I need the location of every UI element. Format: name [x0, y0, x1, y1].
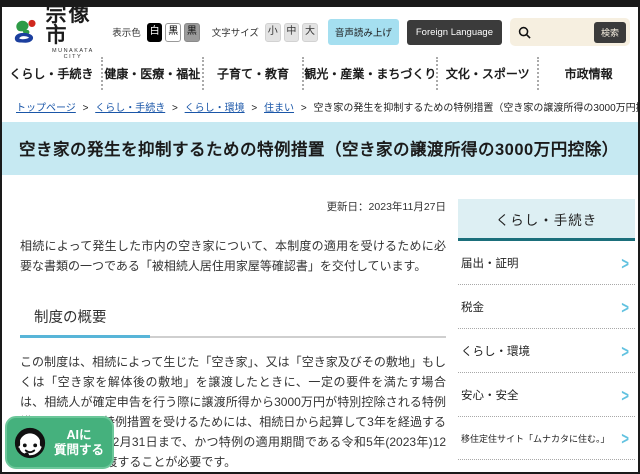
- window-frame: 宗像市 MUNAKATA CITY 表示色 白 黒 黒 文字サイズ 小 中 大 …: [0, 0, 640, 474]
- chevron-right-icon: >: [621, 340, 629, 362]
- ask-ai-button[interactable]: AIに 質問する: [5, 416, 114, 469]
- site-header: 宗像市 MUNAKATA CITY 表示色 白 黒 黒 文字サイズ 小 中 大 …: [2, 7, 638, 60]
- breadcrumb-link-top[interactable]: トップページ: [16, 103, 76, 114]
- sidebar-item-bosai[interactable]: 防災ホームページ >: [458, 460, 635, 473]
- nav-item-kosodate[interactable]: 子育て・教育: [201, 57, 303, 90]
- sidebar: くらし・手続き 届出・証明 > 税金 > くらし・環境 > 安心・安全 > 移住…: [458, 199, 635, 472]
- display-color-black-button[interactable]: 黒: [165, 22, 182, 42]
- nav-item-kurashi[interactable]: くらし・手続き: [2, 57, 101, 90]
- sidebar-item-zeikin[interactable]: 税金 >: [458, 285, 635, 329]
- section-heading-wrap: 制度の概要: [20, 306, 446, 338]
- font-size-label: 文字サイズ: [211, 28, 259, 39]
- search-box: 検索: [509, 18, 630, 46]
- nav-item-bunka[interactable]: 文化・スポーツ: [436, 57, 537, 90]
- breadcrumb: トップページ > くらし・手続き > くらし・環境 > 住まい > 空き家の発生…: [2, 90, 638, 122]
- page-title: 空き家の発生を抑制するための特例措置（空き家の譲渡所得の3000万円控除）: [19, 141, 619, 159]
- intro-paragraph: 相続によって発生した市内の空き家について、本制度の適用を受けるために必要な書類の…: [20, 239, 446, 273]
- breadcrumb-link-kankyo[interactable]: くらし・環境: [185, 103, 245, 114]
- updated-date: 更新日：2023年11月27日: [326, 201, 446, 213]
- search-button[interactable]: 検索: [593, 21, 626, 43]
- nav-item-kanko[interactable]: 観光・産業・まちづくり: [302, 57, 436, 90]
- page: 宗像市 MUNAKATA CITY 表示色 白 黒 黒 文字サイズ 小 中 大 …: [2, 7, 638, 472]
- text-to-speech-button[interactable]: 音声読み上げ: [327, 19, 399, 45]
- breadcrumb-separator: >: [82, 103, 89, 114]
- global-nav: くらし・手続き 健康・医療・福祉 子育て・教育 観光・産業・まちづくり 文化・ス…: [2, 57, 638, 90]
- sidebar-item-label: 安心・安全: [461, 390, 519, 402]
- nav-item-kenko[interactable]: 健康・医療・福祉: [100, 57, 202, 90]
- ask-ai-label: AIに 質問する: [52, 428, 106, 458]
- chevron-right-icon: >: [621, 296, 629, 318]
- breadcrumb-separator: >: [172, 103, 178, 114]
- search-input[interactable]: [530, 26, 594, 38]
- site-logo[interactable]: 宗像市 MUNAKATA CITY: [12, 7, 100, 60]
- site-title: 宗像市: [45, 7, 92, 47]
- section-heading: 制度の概要: [34, 310, 107, 326]
- sidebar-item-iju[interactable]: 移住定住サイト「ムナカタに住む。」 >: [458, 417, 635, 460]
- page-title-band: 空き家の発生を抑制するための特例措置（空き家の譲渡所得の3000万円控除）: [2, 122, 638, 175]
- foreign-language-button[interactable]: Foreign Language: [406, 19, 502, 45]
- sidebar-item-label: くらし・環境: [461, 346, 530, 358]
- sidebar-title: くらし・手続き: [458, 199, 635, 241]
- ask-ai-label-line2: 質問する: [53, 442, 104, 457]
- chevron-right-icon: >: [621, 384, 629, 406]
- breadcrumb-link-sumai[interactable]: 住まい: [264, 103, 294, 114]
- font-size-medium-button[interactable]: 中: [283, 22, 300, 42]
- breadcrumb-link-kurashi[interactable]: くらし・手続き: [95, 103, 165, 114]
- chevron-right-icon: >: [621, 428, 629, 449]
- sidebar-item-label: 税金: [461, 302, 484, 314]
- nav-item-shisei[interactable]: 市政情報: [537, 57, 638, 90]
- sidebar-item-kankyo[interactable]: くらし・環境 >: [458, 329, 635, 373]
- font-size-small-button[interactable]: 小: [264, 22, 281, 42]
- display-color-white-button[interactable]: 白: [146, 22, 163, 42]
- display-color-gray-button[interactable]: 黒: [184, 22, 200, 42]
- sidebar-item-anshin[interactable]: 安心・安全 >: [458, 373, 635, 417]
- chevron-right-icon: >: [621, 252, 629, 274]
- display-color-label: 表示色: [112, 28, 141, 39]
- sidebar-item-label: 届出・証明: [461, 258, 519, 270]
- breadcrumb-separator: >: [300, 103, 307, 114]
- breadcrumb-current: 空き家の発生を抑制するための特例措置（空き家の譲渡所得の3000万円控除）: [313, 103, 638, 114]
- site-title-group: 宗像市 MUNAKATA CITY: [46, 7, 101, 60]
- sidebar-item-label: 移住定住サイト「ムナカタに住む。」: [461, 434, 610, 444]
- ask-ai-label-line1: AIに: [66, 427, 92, 442]
- munakata-logo-icon: [14, 19, 36, 43]
- sidebar-item-todokede[interactable]: 届出・証明 >: [458, 241, 635, 285]
- ai-headset-face-icon: [14, 427, 46, 458]
- breadcrumb-separator: >: [251, 103, 258, 114]
- font-size-large-button[interactable]: 大: [302, 22, 318, 42]
- search-icon: [518, 26, 531, 39]
